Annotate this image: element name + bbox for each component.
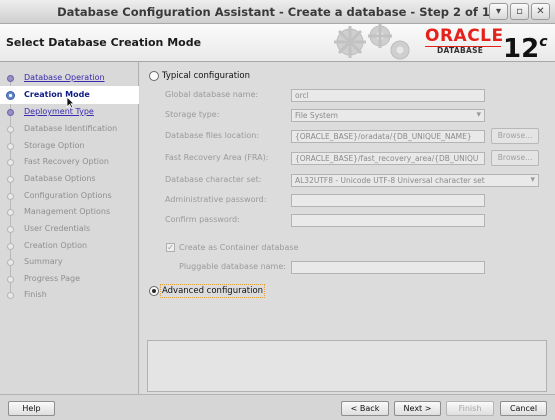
admin-password-field[interactable] bbox=[291, 194, 485, 207]
step-indicator-icon bbox=[7, 209, 14, 216]
storage-type-value: File System bbox=[295, 111, 338, 120]
nav-step-label: Configuration Options bbox=[24, 191, 112, 200]
typical-config-label[interactable]: Typical configuration bbox=[162, 71, 250, 81]
step-indicator-icon bbox=[7, 176, 14, 183]
oracle-wordmark: ORACLE bbox=[425, 26, 504, 46]
page-header: Select Database Creation Mode ORACLE DAT… bbox=[0, 24, 555, 65]
finish-button[interactable]: Finish bbox=[446, 401, 494, 416]
confirm-password-field[interactable] bbox=[291, 214, 485, 227]
browse-fra-button[interactable]: Browse... bbox=[491, 150, 539, 166]
gdb-label: Global database name: bbox=[165, 90, 259, 99]
advanced-config-label[interactable]: Advanced configuration bbox=[160, 284, 266, 298]
nav-step-label: Database Identification bbox=[24, 124, 118, 133]
typical-config-radio[interactable] bbox=[149, 71, 159, 81]
nav-step-configuration-options: Configuration Options bbox=[0, 188, 139, 204]
oracle-logo: ORACLE DATABASE bbox=[425, 26, 504, 59]
page-title: Select Database Creation Mode bbox=[6, 36, 202, 49]
message-panel bbox=[147, 340, 547, 392]
step-indicator-icon bbox=[6, 91, 15, 100]
nav-step-database-identification: Database Identification bbox=[0, 121, 139, 137]
next-button[interactable]: Next > bbox=[394, 401, 441, 416]
nav-step-label[interactable]: Deployment Type bbox=[24, 107, 94, 116]
nav-step-database-options: Database Options bbox=[0, 171, 139, 187]
files-location-field[interactable]: {ORACLE_BASE}/oradata/{DB_UNIQUE_NAME} bbox=[291, 130, 485, 143]
database-wordmark: DATABASE bbox=[437, 46, 484, 55]
maximize-button[interactable]: ▫ bbox=[510, 3, 529, 20]
step-indicator-icon bbox=[7, 193, 14, 200]
step-indicator-icon bbox=[7, 75, 14, 82]
nav-step-label: Fast Recovery Option bbox=[24, 157, 109, 166]
nav-step-fast-recovery-option: Fast Recovery Option bbox=[0, 154, 139, 170]
wizard-steps-nav: Database Operation Creation Mode Deploymen… bbox=[0, 62, 139, 394]
storage-type-label: Storage type: bbox=[165, 110, 220, 119]
nav-step-label[interactable]: Creation Mode bbox=[24, 90, 90, 99]
close-button[interactable]: ✕ bbox=[531, 3, 550, 20]
nav-step-label: Storage Option bbox=[24, 141, 85, 150]
window-titlebar: Database Configuration Assistant - Creat… bbox=[0, 0, 555, 24]
nav-step-label: Management Options bbox=[24, 207, 111, 216]
version-suffix: c bbox=[539, 34, 548, 50]
nav-step-label: Creation Option bbox=[24, 241, 88, 250]
nav-step-summary: Summary bbox=[0, 254, 139, 270]
nav-step-label: Summary bbox=[24, 257, 63, 266]
mouse-cursor-icon bbox=[66, 96, 75, 109]
step-indicator-icon bbox=[7, 243, 14, 250]
nav-step-label: User Credentials bbox=[24, 224, 91, 233]
gears-decoration-icon bbox=[334, 24, 410, 60]
container-db-checkbox[interactable]: ✓ bbox=[166, 243, 175, 252]
help-button[interactable]: Help bbox=[8, 401, 55, 416]
nav-step-label[interactable]: Database Operation bbox=[24, 73, 105, 82]
advanced-config-radio[interactable] bbox=[149, 286, 159, 296]
admin-password-label: Administrative password: bbox=[165, 195, 267, 204]
fra-label: Fast Recovery Area (FRA): bbox=[165, 153, 269, 162]
back-button[interactable]: < Back bbox=[341, 401, 389, 416]
storage-type-select[interactable]: File System bbox=[291, 109, 485, 122]
step-indicator-icon bbox=[7, 226, 14, 233]
version-logo: 12c bbox=[503, 26, 548, 65]
fra-field[interactable]: {ORACLE_BASE}/fast_recovery_area/{DB_UNI… bbox=[291, 152, 485, 165]
version-number: 12 bbox=[503, 34, 540, 64]
nav-step-user-credentials: User Credentials bbox=[0, 221, 139, 237]
minimize-button[interactable]: ▾ bbox=[489, 3, 508, 20]
gdb-field[interactable]: orcl bbox=[291, 89, 485, 102]
window-title: Database Configuration Assistant - Creat… bbox=[57, 5, 498, 19]
cancel-button[interactable]: Cancel bbox=[500, 401, 547, 416]
pdb-name-field[interactable] bbox=[291, 261, 485, 274]
step-indicator-icon bbox=[7, 159, 14, 166]
nav-step-progress-page: Progress Page bbox=[0, 271, 139, 287]
step-indicator-icon bbox=[7, 276, 14, 283]
nav-step-storage-option: Storage Option bbox=[0, 138, 139, 154]
files-location-label: Database files location: bbox=[165, 131, 260, 140]
main-panel: Typical configuration Global database na… bbox=[140, 62, 555, 394]
nav-step-label: Progress Page bbox=[24, 274, 81, 283]
charset-select[interactable]: AL32UTF8 - Unicode UTF-8 Universal chara… bbox=[291, 174, 539, 187]
nav-step-finish: Finish bbox=[0, 287, 139, 303]
container-db-label[interactable]: Create as Container database bbox=[179, 243, 298, 252]
nav-step-database-operation[interactable]: Database Operation bbox=[0, 70, 139, 86]
step-indicator-icon bbox=[7, 109, 14, 116]
step-indicator-icon bbox=[7, 259, 14, 266]
step-indicator-icon bbox=[7, 143, 14, 150]
nav-step-label: Database Options bbox=[24, 174, 96, 183]
charset-label: Database character set: bbox=[165, 175, 262, 184]
browse-files-button[interactable]: Browse... bbox=[491, 128, 539, 144]
step-indicator-icon bbox=[7, 292, 14, 299]
charset-value: AL32UTF8 - Unicode UTF-8 Universal chara… bbox=[295, 176, 485, 185]
nav-step-label: Finish bbox=[24, 290, 47, 299]
pdb-name-label: Pluggable database name: bbox=[179, 262, 286, 271]
step-indicator-icon bbox=[7, 126, 14, 133]
wizard-footer: Help < Back Next > Finish Cancel bbox=[0, 394, 555, 420]
nav-step-creation-option: Creation Option bbox=[0, 238, 139, 254]
confirm-password-label: Confirm password: bbox=[165, 215, 240, 224]
nav-step-management-options: Management Options bbox=[0, 204, 139, 220]
